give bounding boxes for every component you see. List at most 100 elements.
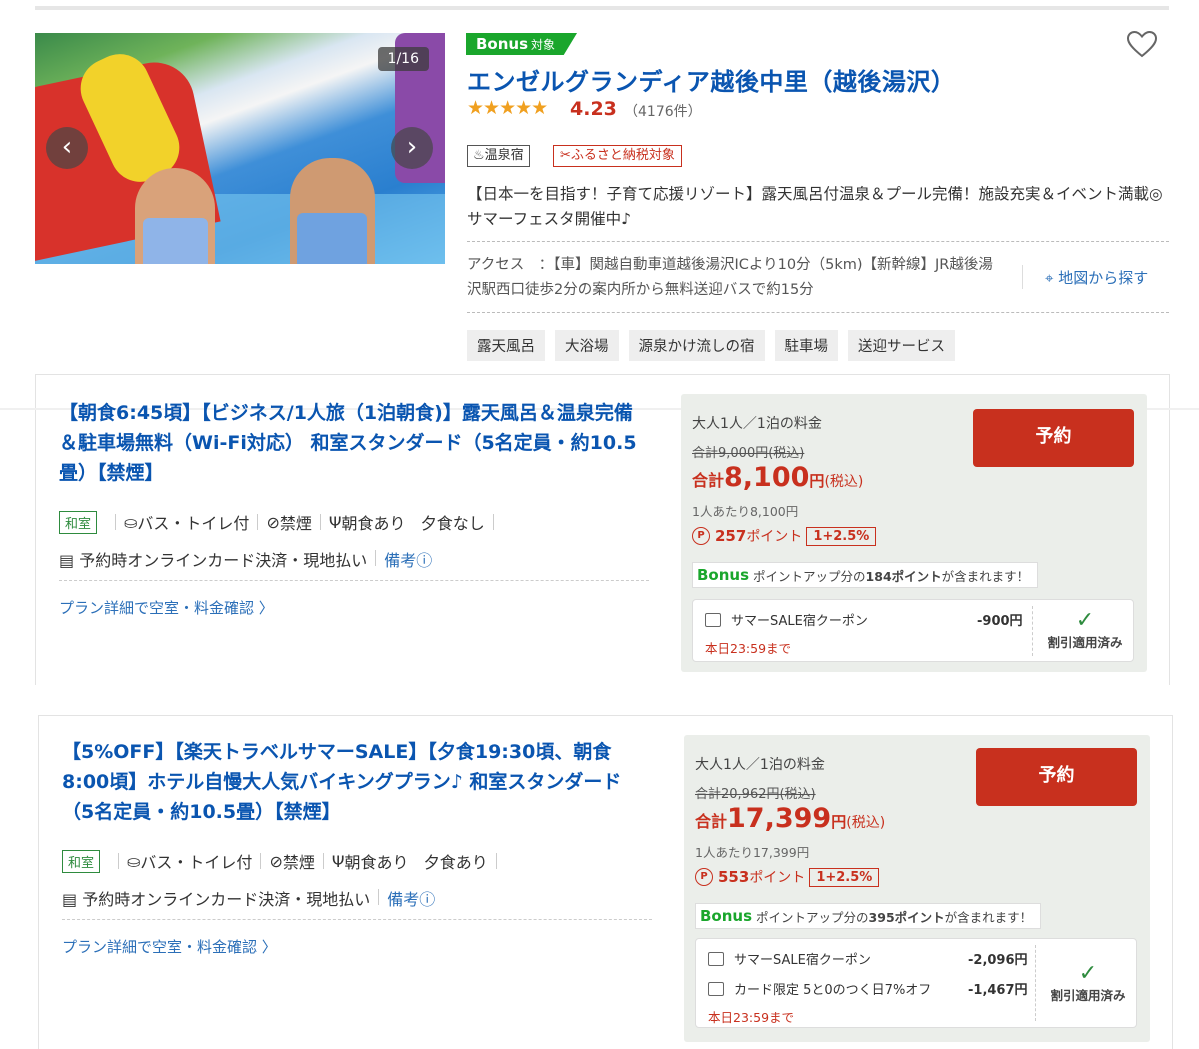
coupon-amount: -2,096円 bbox=[968, 953, 1028, 968]
total-unit: 円 bbox=[831, 813, 847, 831]
room-type-badge: 和室 bbox=[59, 510, 98, 534]
divider bbox=[319, 514, 321, 530]
payment-label: 予約時オンラインカード決済・現地払い bbox=[79, 551, 368, 570]
amenity-tag: 大浴場 bbox=[555, 330, 619, 361]
coupon-amount: -1,467円 bbox=[968, 983, 1028, 998]
coupon-expiry: 本日23:59まで bbox=[708, 1010, 795, 1025]
payment-info: ▤ 予約時オンラインカード決済・現地払い 備考ⓘ bbox=[62, 886, 435, 910]
photo-swimsuit bbox=[143, 218, 208, 264]
image-counter: 1/16 bbox=[377, 47, 429, 71]
coupon-expiry: 本日23:59まで bbox=[705, 641, 792, 656]
review-count-link[interactable]: （4176件） bbox=[624, 101, 702, 121]
hotel-name-link[interactable]: エンゼルグランディア越後中里（越後湯沢） bbox=[467, 62, 955, 97]
payment-label: 予約時オンラインカード決済・現地払い bbox=[82, 890, 371, 909]
coupon-row: カード限定 5と0のつく日7%オフ bbox=[708, 979, 931, 998]
reserve-button[interactable]: 予約 bbox=[973, 409, 1134, 467]
price-label: 大人1人／1泊の料金 bbox=[692, 416, 822, 432]
breakfast-label: 朝食あり bbox=[341, 514, 406, 533]
divider bbox=[118, 853, 120, 869]
card-icon: ▤ bbox=[62, 890, 83, 909]
price-box: 大人1人／1泊の料金 合計9,000円(税込) 合計8,100円(税込) 1人あ… bbox=[681, 394, 1147, 672]
points-info: P 257 ポイント 1+2.5% bbox=[692, 526, 877, 546]
bonus-badge-sub: 対象 bbox=[531, 38, 556, 52]
bath-icon: ⛀ bbox=[124, 512, 138, 532]
divider bbox=[257, 514, 259, 530]
chevron-left-icon[interactable]: ‹ bbox=[46, 127, 88, 169]
divider bbox=[59, 580, 649, 581]
coupon-amount: -900円 bbox=[977, 614, 1023, 629]
heart-icon[interactable] bbox=[1126, 30, 1158, 58]
chevron-right-icon[interactable]: › bbox=[391, 127, 433, 169]
divider bbox=[492, 514, 494, 530]
card-icon: ▤ bbox=[59, 551, 80, 570]
breakfast-label: 朝食あり bbox=[344, 853, 409, 872]
coupon-icon bbox=[705, 612, 721, 627]
points-info: P 553 ポイント 1+2.5% bbox=[695, 867, 880, 887]
discount-applied: ✓ 割引適用済み bbox=[1041, 610, 1129, 651]
check-icon: ✓ bbox=[1078, 961, 1098, 986]
bonus-word: Bonus bbox=[700, 907, 753, 925]
total-amount: 8,100 bbox=[724, 462, 810, 493]
bonus-points-info: Bonus ポイントアップ分の 184ポイント が含まれます！ bbox=[692, 562, 1039, 588]
plan-title-link[interactable]: 【朝食6:45頃】【ビジネス/1人旅（1泊朝食)】露天風呂＆温泉完備＆駐車場無料… bbox=[59, 398, 649, 488]
applied-label: 割引適用済み bbox=[1047, 635, 1123, 650]
hotel-photo-carousel[interactable]: 1/16 ‹ › bbox=[35, 33, 445, 264]
price-label: 大人1人／1泊の料金 bbox=[695, 757, 825, 773]
reserve-button[interactable]: 予約 bbox=[976, 748, 1137, 806]
divider bbox=[375, 550, 377, 566]
total-price: 合計8,100円(税込) bbox=[692, 462, 863, 493]
room-type-badge: 和室 bbox=[62, 849, 101, 873]
amenity-tag: 露天風呂 bbox=[467, 330, 545, 361]
rating-score: 4.23 bbox=[570, 98, 617, 120]
photo-swimsuit bbox=[297, 213, 367, 264]
coupon-row: サマーSALE宿クーポン bbox=[708, 949, 871, 968]
plan-title-link[interactable]: 【5%OFF】【楽天トラベルサマーSALE】【夕食19:30頃、朝食8:00頃】… bbox=[62, 737, 652, 827]
price-box: 大人1人／1泊の料金 合計20,962円(税込) 合計17,399円(税込) 1… bbox=[684, 735, 1150, 1042]
divider bbox=[378, 889, 380, 905]
divider bbox=[1022, 265, 1023, 289]
access-info: アクセス ：【車】関越自動車道越後湯沢ICより10分（5km)【新幹線】JR越後… bbox=[467, 253, 1007, 303]
bath-icon: ⛀ bbox=[127, 851, 141, 871]
bath-label: バス・トイレ付 bbox=[137, 514, 250, 533]
amenity-tag: 駐車場 bbox=[774, 330, 838, 361]
bonus-points: 395ポイント bbox=[868, 909, 945, 925]
points-value: 257 bbox=[715, 527, 747, 545]
map-search-link[interactable]: ⌖ 地図から探す bbox=[1045, 267, 1148, 288]
fork-knife-icon: Ψ bbox=[328, 512, 342, 532]
bonus-badge-label: Bonus bbox=[476, 35, 529, 53]
point-icon: P bbox=[695, 868, 713, 886]
check-icon: ✓ bbox=[1075, 608, 1095, 633]
payment-info: ▤ 予約時オンラインカード決済・現地払い 備考ⓘ bbox=[59, 547, 432, 571]
divider bbox=[62, 919, 652, 920]
coupon-panel: サマーSALE宿クーポン -2,096円 カード限定 5と0のつく日7%オフ -… bbox=[695, 938, 1137, 1028]
no-smoking-icon: ⊘ bbox=[266, 512, 280, 532]
divider bbox=[1035, 945, 1036, 1021]
total-amount: 17,399 bbox=[727, 803, 832, 834]
bonus-badge: Bonus 対象 bbox=[466, 33, 578, 55]
note-link[interactable]: 備考ⓘ bbox=[387, 890, 435, 909]
total-price: 合計17,399円(税込) bbox=[695, 803, 885, 834]
bonus-points-info: Bonus ポイントアップ分の 395ポイント が含まれます！ bbox=[695, 903, 1042, 929]
bonus-post: が含まれます！ bbox=[941, 568, 1030, 584]
divider bbox=[467, 241, 1169, 242]
bonus-word: Bonus bbox=[697, 566, 750, 584]
per-person-price: 1人あたり17,399円 bbox=[695, 845, 810, 860]
coupon-name: サマーSALE宿クーポン bbox=[731, 614, 868, 629]
plan-detail-link[interactable]: プラン詳細で空室・料金確認 〉 bbox=[59, 597, 274, 618]
access-text: ：【車】関越自動車道越後湯沢ICより10分（5km)【新幹線】JR越後湯沢駅西口… bbox=[467, 257, 993, 298]
coupon-icon bbox=[708, 981, 724, 996]
access-label: アクセス bbox=[467, 257, 525, 273]
note-link[interactable]: 備考ⓘ bbox=[384, 551, 432, 570]
room-info: 和室 ⛀ バス・トイレ付 ⊘ 禁煙 Ψ 朝食あり 夕食あり bbox=[62, 849, 505, 873]
points-value: 553 bbox=[718, 868, 750, 886]
map-link-label: 地図から探す bbox=[1058, 269, 1149, 287]
bath-label: バス・トイレ付 bbox=[140, 853, 253, 872]
fork-knife-icon: Ψ bbox=[331, 851, 345, 871]
plan-detail-link[interactable]: プラン詳細で空室・料金確認 〉 bbox=[62, 936, 277, 957]
total-tax: (税込) bbox=[824, 474, 864, 490]
points-unit: ポイント bbox=[749, 870, 806, 886]
onsen-badge: ♨温泉宿 bbox=[467, 145, 530, 167]
dinner-label: 夕食なし bbox=[420, 514, 485, 533]
original-price: 合計9,000円(税込) bbox=[692, 446, 805, 461]
no-smoking-icon: ⊘ bbox=[269, 851, 283, 871]
